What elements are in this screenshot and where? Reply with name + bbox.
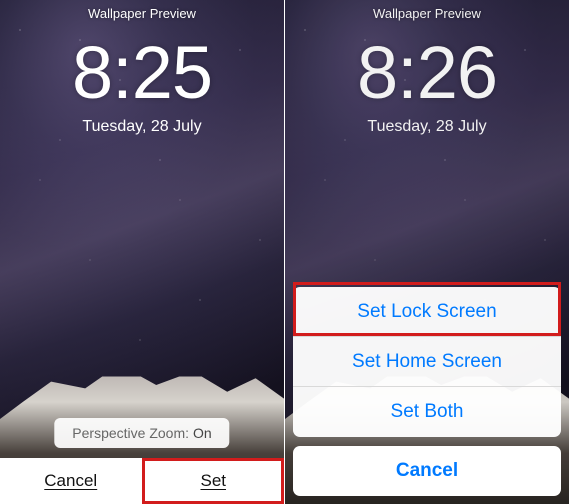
action-sheet: Set Lock Screen Set Home Screen Set Both… bbox=[293, 287, 561, 496]
lockscreen-date: Tuesday, 28 July bbox=[0, 118, 284, 136]
wallpaper-preview-left: Wallpaper Preview 8:25 Tuesday, 28 July … bbox=[0, 0, 284, 504]
lockscreen-clock: 8:25 bbox=[0, 30, 284, 115]
set-home-screen-button[interactable]: Set Home Screen bbox=[293, 337, 561, 387]
perspective-label: Perspective Zoom: bbox=[72, 425, 189, 441]
cancel-button[interactable]: Cancel bbox=[293, 446, 561, 496]
cancel-button[interactable]: Cancel bbox=[0, 458, 143, 504]
action-sheet-group: Set Lock Screen Set Home Screen Set Both bbox=[293, 287, 561, 437]
perspective-value: On bbox=[193, 425, 212, 441]
set-button[interactable]: Set bbox=[143, 458, 285, 504]
page-title: Wallpaper Preview bbox=[0, 6, 284, 21]
perspective-zoom-toggle[interactable]: Perspective Zoom: On bbox=[54, 418, 229, 448]
toolbar: Cancel Set bbox=[0, 458, 284, 504]
wallpaper-preview-right: Wallpaper Preview 8:26 Tuesday, 28 July … bbox=[285, 0, 569, 504]
set-both-button[interactable]: Set Both bbox=[293, 387, 561, 437]
set-lock-screen-button[interactable]: Set Lock Screen bbox=[293, 287, 561, 337]
